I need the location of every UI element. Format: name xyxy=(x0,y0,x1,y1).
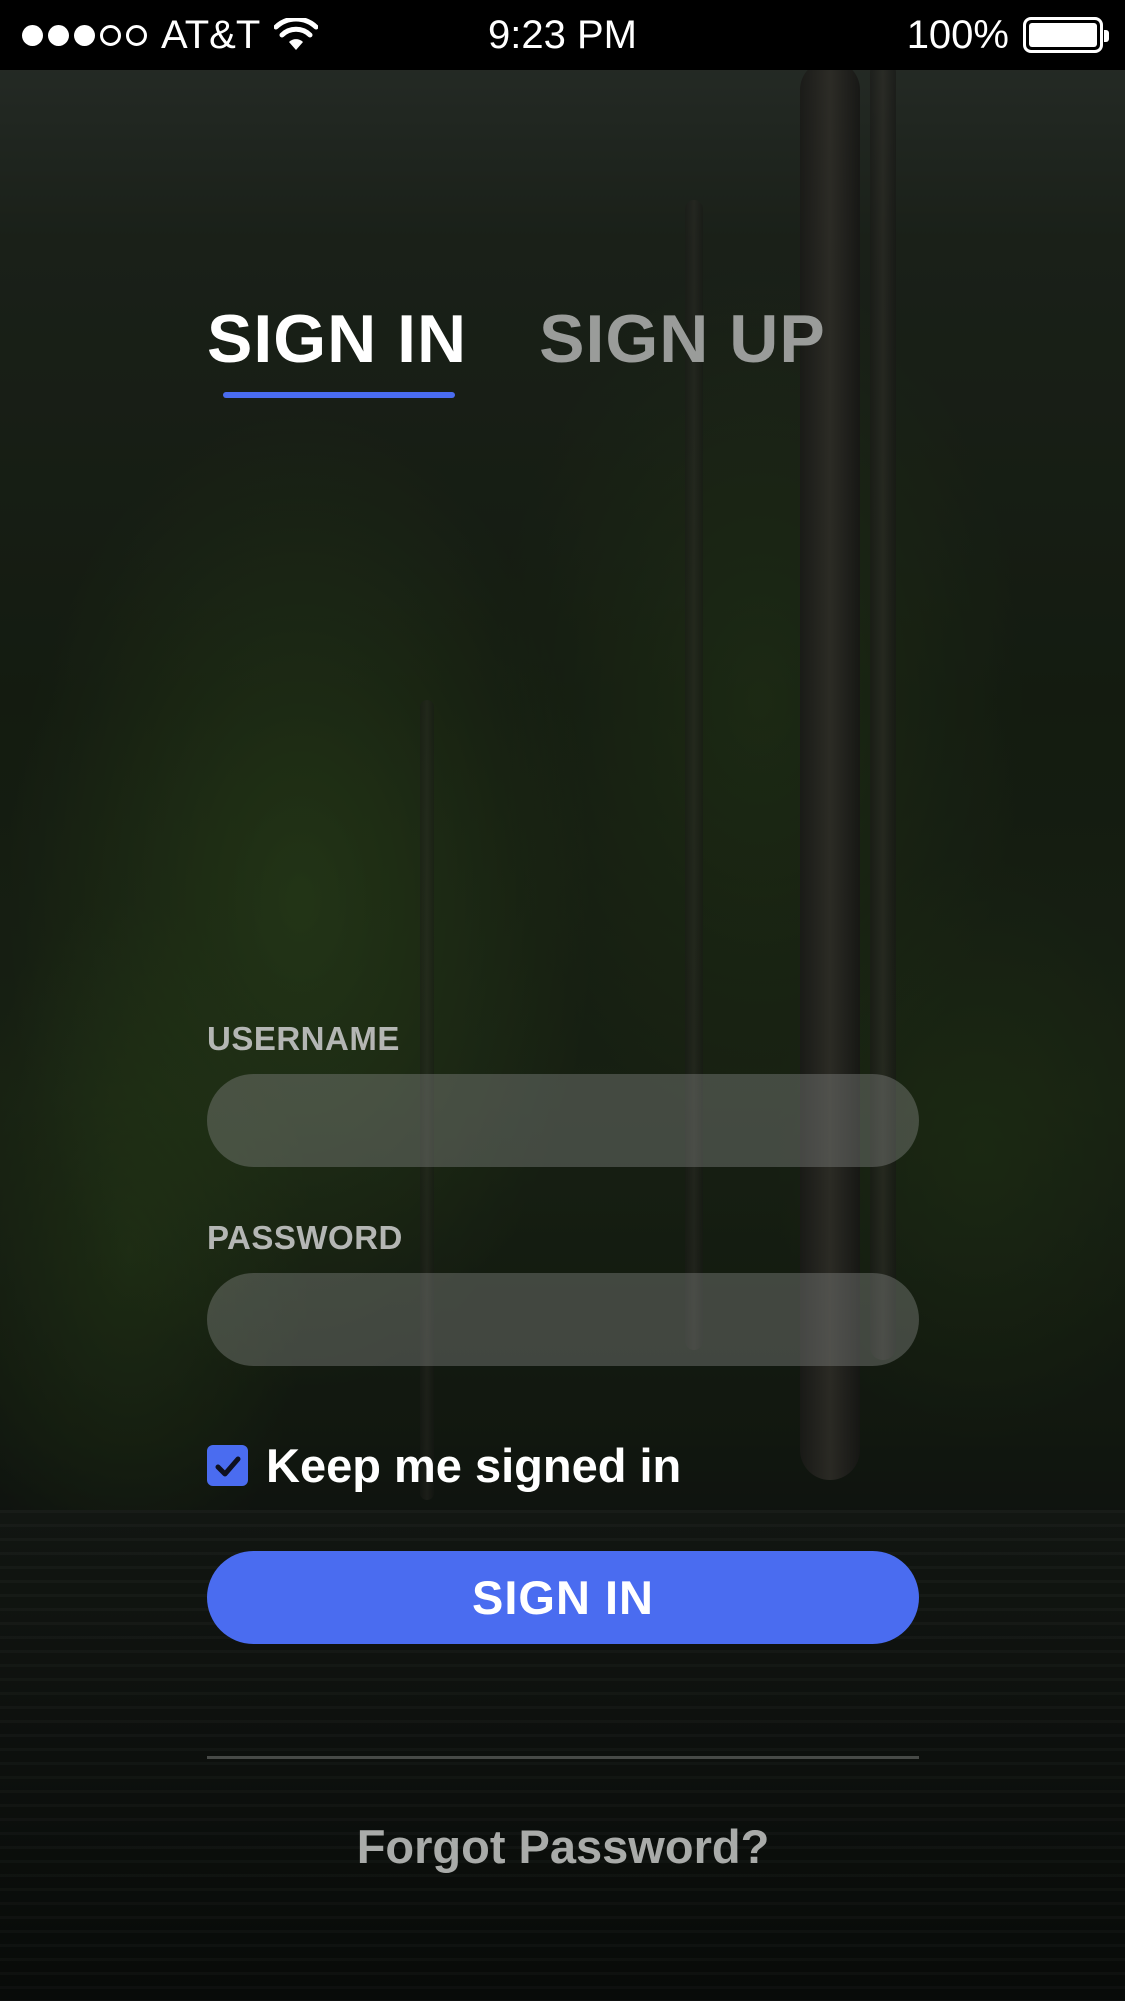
status-bar: AT&T 9:23 PM 100% xyxy=(0,0,1125,70)
battery-level xyxy=(1029,23,1097,47)
username-input[interactable] xyxy=(207,1074,919,1167)
tab-sign-in-label: SIGN IN xyxy=(207,301,468,377)
forgot-password-link[interactable]: Forgot Password? xyxy=(207,1819,919,1874)
password-input[interactable] xyxy=(207,1273,919,1366)
status-bar-right: 100% xyxy=(906,12,1109,58)
battery-percent: 100% xyxy=(906,12,1009,57)
battery-icon xyxy=(1023,17,1109,53)
signal-dot-filled xyxy=(74,24,95,46)
status-bar-left: AT&T xyxy=(22,12,319,58)
tab-sign-up-label: SIGN UP xyxy=(539,301,826,377)
signal-dot-filled xyxy=(22,24,43,46)
auth-tabs: SIGN IN SIGN UP xyxy=(207,300,826,398)
tab-sign-up[interactable]: SIGN UP xyxy=(539,300,826,378)
keep-signed-in-checkbox[interactable] xyxy=(207,1445,248,1486)
signal-strength-icon xyxy=(22,24,147,46)
signal-dot-filled xyxy=(48,24,69,46)
password-label: PASSWORD xyxy=(207,1219,403,1256)
login-screen: AT&T 9:23 PM 100% SIGN IN SIGN UP USERNA… xyxy=(0,0,1125,2001)
active-tab-indicator xyxy=(223,392,456,398)
signal-dot-empty xyxy=(126,24,147,46)
sign-in-form: USERNAME PASSWORD Keep me signed in SIGN… xyxy=(207,1020,919,1874)
username-label: USERNAME xyxy=(207,1020,400,1057)
keep-signed-in-label: Keep me signed in xyxy=(266,1439,682,1492)
signal-dot-empty xyxy=(100,24,121,46)
carrier-name: AT&T xyxy=(161,12,261,57)
divider xyxy=(207,1756,919,1759)
checkmark-icon xyxy=(215,1456,240,1476)
keep-signed-in-toggle[interactable]: Keep me signed in xyxy=(207,1438,919,1493)
wifi-icon xyxy=(274,18,319,50)
tab-sign-in[interactable]: SIGN IN xyxy=(207,300,468,398)
sign-in-button[interactable]: SIGN IN xyxy=(207,1551,919,1644)
